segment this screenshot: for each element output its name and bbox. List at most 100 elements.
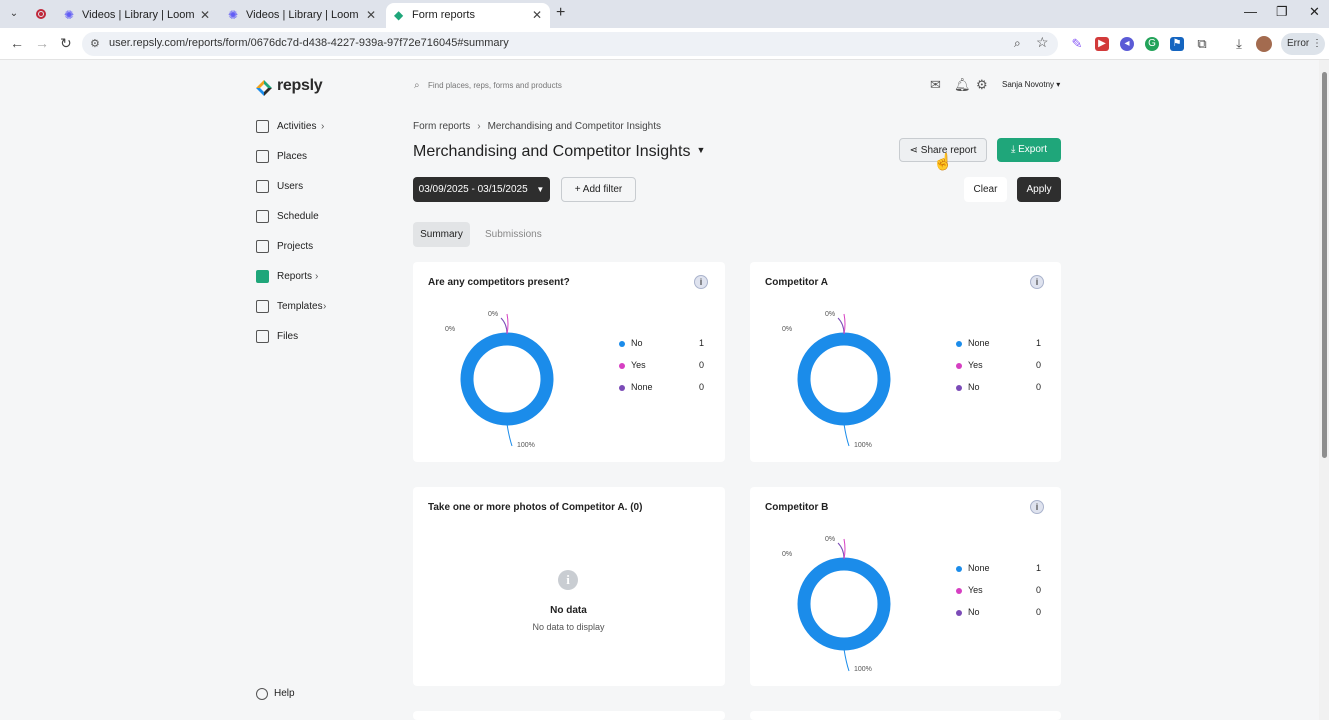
export-button[interactable]: ⤓ Export: [997, 138, 1061, 162]
minimize-icon[interactable]: —: [1244, 4, 1257, 19]
tab-title: Videos | Library | Loom: [82, 9, 195, 21]
plus-icon: +: [574, 184, 581, 195]
slice-label: 100%: [517, 442, 535, 449]
legend-dot: [956, 566, 962, 572]
close-tab-icon[interactable]: ✕: [532, 3, 542, 27]
brand-name: repsly: [277, 77, 323, 94]
legend-dot: [619, 363, 625, 369]
sidebar-item-schedule[interactable]: Schedule: [256, 208, 386, 228]
sidebar-item-places[interactable]: Places: [256, 148, 386, 168]
search-input[interactable]: Find places, reps, forms and products: [428, 81, 562, 90]
chart-card: Competitor B i 0% 0% 100% None 1 Yes 0 N…: [750, 487, 1061, 686]
tab-submissions[interactable]: Submissions: [485, 222, 542, 247]
legend-dot: [956, 385, 962, 391]
browser-error-button[interactable]: Error ⋮: [1281, 33, 1325, 55]
download-icon: ⤓: [1010, 144, 1016, 155]
sidebar-item-templates[interactable]: Templates ›: [256, 298, 386, 318]
mail-icon[interactable]: ✉: [930, 77, 941, 93]
slice-label: 0%: [782, 551, 793, 558]
close-tab-icon[interactable]: ✕: [366, 3, 376, 27]
zoom-icon[interactable]: ⌕: [1014, 36, 1021, 51]
new-tab-icon[interactable]: +: [556, 4, 565, 22]
slice-label: 0%: [825, 311, 836, 318]
recording-icon[interactable]: [36, 9, 46, 19]
url-field[interactable]: ⚙ user.repsly.com/reports/form/0676dc7d-…: [82, 32, 1058, 56]
legend-name: No: [631, 338, 643, 348]
legend-name: None: [968, 338, 990, 348]
sidebar-item-users[interactable]: Users: [256, 178, 386, 198]
label-leader-line: [506, 313, 509, 335]
browser-tab-1[interactable]: ✺ Videos | Library | Loom ✕: [56, 3, 218, 28]
pen-extension-icon[interactable]: ✎: [1070, 37, 1084, 51]
tab-summary[interactable]: Summary: [413, 222, 470, 247]
legend-dot: [956, 588, 962, 594]
close-window-icon[interactable]: ✕: [1309, 4, 1320, 20]
browser-tab-bar: ⌄ ✺ Videos | Library | Loom ✕ ✺ Videos |…: [0, 0, 1329, 28]
gear-icon[interactable]: ⚙: [976, 77, 988, 93]
breadcrumb-separator-icon: ›: [477, 121, 481, 132]
sidebar-item-projects[interactable]: Projects: [256, 238, 386, 258]
sidebar-item-label: Files: [277, 331, 299, 342]
chevron-right-icon: ›: [323, 301, 327, 312]
flag-extension-icon[interactable]: ⚑: [1170, 37, 1184, 51]
loom-icon: ✺: [228, 8, 239, 22]
bell-icon[interactable]: 🔔︎: [954, 77, 971, 93]
legend-count: 1: [699, 338, 705, 348]
label-leader-line: [506, 423, 513, 447]
clear-button[interactable]: Clear: [964, 177, 1007, 202]
browser-tab-3[interactable]: ◆ Form reports ✕: [386, 3, 550, 28]
sidebar-item-reports[interactable]: Reports ›: [256, 268, 386, 288]
extensions-puzzle-icon[interactable]: ⧉: [1195, 37, 1209, 51]
slice-label: 0%: [488, 311, 499, 318]
chevron-right-icon: ›: [315, 271, 319, 282]
tab-search-icon[interactable]: ⌄: [4, 6, 24, 22]
label-leader-line: [843, 313, 846, 335]
files-icon: [256, 330, 269, 343]
download-icon[interactable]: ⤓: [1232, 37, 1246, 51]
report-title-dropdown[interactable]: Merchandising and Competitor Insights ▼: [413, 143, 705, 161]
places-icon: [256, 150, 269, 163]
restore-icon[interactable]: ❐: [1276, 4, 1288, 20]
scrollbar-thumb[interactable]: [1322, 72, 1327, 458]
close-tab-icon[interactable]: ✕: [200, 3, 210, 27]
browser-tab-2[interactable]: ✺ Videos | Library | Loom ✕: [220, 3, 384, 28]
legend-dot: [956, 341, 962, 347]
legend-item: Yes 0: [619, 360, 707, 372]
user-menu[interactable]: Sanja Novotny ▾: [1002, 80, 1060, 89]
chart-card-partial: [413, 711, 725, 720]
sidebar-item-activities[interactable]: Activities ›: [256, 118, 386, 138]
legend-count: 0: [699, 382, 705, 392]
breadcrumb-current: Merchandising and Competitor Insights: [487, 121, 662, 132]
bookmark-star-icon[interactable]: ☆: [1036, 34, 1049, 51]
legend-count: 1: [1036, 338, 1042, 348]
no-data-title: No data: [550, 605, 587, 616]
slice-label: 100%: [854, 442, 872, 449]
date-range-picker[interactable]: 03/09/2025 - 03/15/2025 ▼: [413, 177, 550, 202]
global-search[interactable]: ⌕ Find places, reps, forms and products: [414, 80, 714, 94]
repsly-logo-icon: [256, 80, 272, 96]
add-filter-button[interactable]: + Add filter: [561, 177, 636, 202]
sidebar-item-label: Reports: [277, 271, 313, 282]
forward-icon[interactable]: →: [35, 35, 49, 51]
grammar-extension-icon[interactable]: G: [1145, 37, 1159, 51]
legend-count: 0: [1036, 607, 1042, 617]
video-extension-icon[interactable]: ▶: [1095, 37, 1109, 51]
add-filter-label: Add filter: [582, 184, 623, 195]
sidebar-item-label: Places: [277, 151, 308, 162]
slice-label: 0%: [445, 326, 456, 333]
legend-item: None 1: [956, 563, 1044, 575]
breadcrumb: Form reports › Merchandising and Competito…: [413, 121, 661, 132]
breadcrumb-root-link[interactable]: Form reports: [413, 121, 470, 132]
sidebar-item-files[interactable]: Files: [256, 328, 386, 348]
legend-name: No: [968, 607, 980, 617]
legend-count: 0: [699, 360, 705, 370]
chart-card-partial: [750, 711, 1061, 720]
arc-extension-icon[interactable]: ◂: [1120, 37, 1134, 51]
apply-button[interactable]: Apply: [1017, 177, 1061, 202]
profile-avatar[interactable]: [1256, 36, 1272, 52]
url-text: user.repsly.com/reports/form/0676dc7d-d4…: [109, 37, 509, 49]
users-icon: [256, 180, 269, 193]
reload-icon[interactable]: ↻: [60, 35, 72, 52]
site-info-icon[interactable]: ⚙: [90, 37, 100, 50]
back-icon[interactable]: ←: [10, 35, 24, 51]
